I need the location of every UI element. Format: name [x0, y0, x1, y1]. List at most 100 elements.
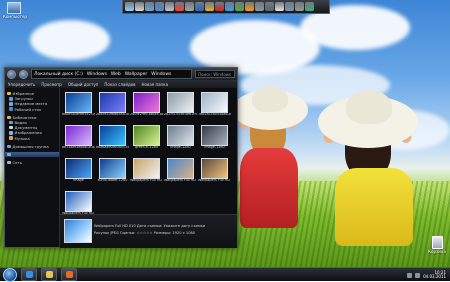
file-thumbnail[interactable]: 2d0fe29ec3ab4e-8ba4f8-1280 — [130, 92, 163, 123]
folder-icon — [7, 91, 11, 96]
clock[interactable]: 10:21 04.03.2011 — [423, 270, 446, 280]
back-button[interactable] — [7, 69, 16, 79]
nav-item-label: Сеть — [12, 160, 22, 166]
search-input[interactable]: Поиск: Windows — [195, 70, 235, 78]
file-name: 2b2ff37ccec4e6-e9e5a0-1280 — [164, 113, 197, 116]
folder-icon — [9, 136, 13, 140]
file-thumbnail[interactable]: image — [62, 158, 95, 189]
file-thumbnail[interactable]: 6abe5a4e9ef5e2f1f2c0-1280 — [62, 92, 95, 123]
image-preview — [99, 158, 126, 179]
file-thumbnail[interactable]: 7bb2a1ca0558a8-8f6f2e-1280 — [198, 92, 231, 123]
image-preview — [133, 125, 160, 146]
image-preview — [99, 92, 126, 113]
dock-app-icon[interactable] — [235, 2, 244, 11]
file-name: 8b748f93e8bb1e-8a8dbd-1280 — [62, 146, 95, 149]
details-line: Рисунок JPEG Оценка: ☆☆☆☆☆ Размеры: 1920… — [94, 231, 196, 235]
dock-app-icon[interactable] — [265, 2, 274, 11]
dock-app-icon[interactable] — [225, 2, 234, 11]
file-thumbnail[interactable]: Wallpapers Full HD 006 — [164, 158, 197, 189]
breadcrumb[interactable]: Windows — [149, 72, 173, 77]
dock-app-icon[interactable] — [195, 2, 204, 11]
file-name: 2b4ce30f6b65ed-4babdf-1280 — [96, 113, 129, 116]
desktop-icon-recycle-bin[interactable]: Корзина — [427, 236, 447, 254]
dock-app-icon[interactable] — [145, 2, 154, 11]
slideshow-button[interactable]: Показ слайдов — [104, 82, 135, 87]
breadcrumb[interactable]: Wallpaper — [123, 72, 150, 77]
command-bar: Упорядочить Просмотр Общий доступ Показ … — [5, 80, 237, 88]
file-thumbnail[interactable]: 2b2ff37ccec4e6-e9e5a0-1280 — [164, 92, 197, 123]
image-preview — [201, 125, 228, 146]
clock-date: 04.03.2011 — [423, 274, 446, 279]
nav-item[interactable] — [5, 151, 59, 158]
desktop-icon-computer[interactable]: Компьютер — [3, 2, 27, 19]
dock-app-icon[interactable] — [285, 2, 294, 11]
nav-item-label: Домашняя группа — [12, 143, 49, 149]
computer-icon — [7, 2, 21, 14]
ie-button[interactable] — [21, 268, 37, 281]
dock-app-icon[interactable] — [205, 2, 214, 11]
dock-app-icon[interactable] — [125, 2, 134, 11]
dock-app-icon[interactable] — [295, 2, 304, 11]
folder-icon — [9, 102, 13, 106]
details-line: Wallpapers Full HD 010 Дата съемки: Укаж… — [94, 224, 206, 228]
start-button[interactable] — [3, 267, 17, 282]
file-name: Wallpapers Full HD 006 — [164, 179, 197, 182]
recycle-bin-icon — [431, 236, 443, 249]
folder-icon — [7, 152, 11, 157]
dock-app-icon[interactable] — [165, 2, 174, 11]
nav-item[interactable]: Рабочий стол — [5, 107, 59, 112]
dock-app-icon[interactable] — [245, 2, 254, 11]
taskbar-buttons — [17, 268, 77, 281]
file-name: 2d0fe29ec3ab4e-8ba4f8-1280 — [130, 113, 163, 116]
file-view: 6abe5a4e9ef5e2f1f2c0-12802b4ce30f6b65ed-… — [60, 88, 237, 214]
view-button[interactable]: Просмотр — [41, 82, 62, 87]
media-button[interactable] — [61, 268, 77, 281]
share-button[interactable]: Общий доступ — [68, 82, 99, 87]
dock-app-icon[interactable] — [135, 2, 144, 11]
desktop-icon-label: Компьютер — [3, 14, 27, 19]
network-icon[interactable] — [407, 272, 413, 278]
image-preview — [201, 158, 228, 179]
file-thumbnail[interactable]: Wallpapers Full HD 009 — [198, 158, 231, 189]
forward-button[interactable] — [19, 69, 28, 79]
file-thumbnail[interactable]: image-1280 — [164, 125, 197, 156]
details-pane: Wallpapers Full HD 010 Дата съемки: Укаж… — [60, 214, 237, 248]
address-bar[interactable]: Локальный диск (C:) Windows Web Wallpape… — [31, 69, 192, 79]
new-folder-button[interactable]: Новая папка — [142, 82, 169, 87]
navigation-pane: Избранное Загрузки Недавние места Рабочий с… — [5, 88, 60, 247]
dock-app-icon[interactable] — [255, 2, 264, 11]
file-name: image — [73, 179, 84, 182]
volume-icon[interactable] — [415, 272, 421, 278]
nav-item[interactable]: Сеть — [5, 160, 59, 165]
file-thumbnail[interactable]: 8b748f93e8bb1e-8a8dbd-1280 — [62, 125, 95, 156]
nav-item[interactable]: Музыка — [5, 136, 59, 141]
file-thumbnail[interactable]: sunlit-water-1280 — [96, 158, 129, 189]
dock-app-icon[interactable] — [215, 2, 224, 11]
dock-app-icon[interactable] — [155, 2, 164, 11]
cloud — [30, 20, 110, 60]
folder-icon — [7, 115, 11, 120]
nav-item[interactable]: Домашняя группа — [5, 144, 59, 149]
image-preview — [65, 191, 92, 212]
breadcrumb[interactable]: Windows — [85, 72, 109, 77]
folder-icon — [9, 131, 13, 135]
nav-item-label: Музыка — [14, 135, 30, 141]
explorer-button[interactable] — [41, 268, 57, 281]
file-thumbnail[interactable]: 2b4ce30f6b65ed-4babdf-1280 — [96, 92, 129, 123]
file-thumbnail[interactable]: image-1280 — [198, 125, 231, 156]
file-name: e8d6ab92fb0d51-fb0c8f-1280 — [96, 146, 129, 149]
organize-button[interactable]: Упорядочить — [8, 82, 35, 87]
breadcrumb[interactable]: Локальный диск (C:) — [32, 72, 85, 77]
breadcrumb[interactable]: Web — [109, 72, 123, 77]
file-thumbnail[interactable]: Wallpapers Full HD 010 — [62, 191, 95, 214]
dock-app-icon[interactable] — [305, 2, 314, 11]
file-thumbnail[interactable]: e8d6ab92fb0d51-fb0c8f-1280 — [96, 125, 129, 156]
file-thumbnail[interactable]: Wallpapers Full HD 005 — [130, 158, 163, 189]
dock-app-icon[interactable] — [175, 2, 184, 11]
dock-app-icon[interactable] — [185, 2, 194, 11]
folder-icon — [9, 107, 13, 111]
dock-app-icon[interactable] — [275, 2, 284, 11]
file-thumbnail[interactable]: green-fl-1280 — [130, 125, 163, 156]
file-name: Wallpapers Full HD 009 — [198, 179, 231, 182]
image-preview — [65, 92, 92, 113]
